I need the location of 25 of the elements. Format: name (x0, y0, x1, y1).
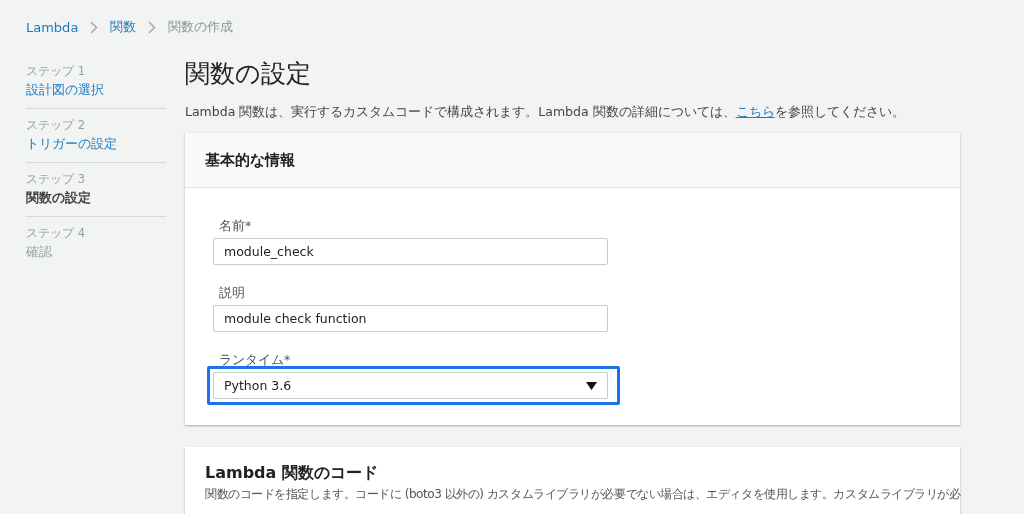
step-number: ステップ 3 (26, 171, 86, 187)
card-description: 関数のコードを指定します。コードに (boto3 以外の) カスタムライブラリが必要でない場合は、エディタを使用します。カスタムライブラリが必 (205, 487, 961, 502)
card-title: 基本的な情報 (205, 150, 296, 170)
step-number: ステップ 1 (26, 63, 86, 79)
step-link[interactable]: トリガーの設定 (26, 135, 117, 153)
field-label: 説明 (218, 285, 246, 301)
field-label: ランタイム* (218, 352, 292, 368)
card-title: Lambda 関数のコード (205, 463, 379, 483)
chevron-right-icon (90, 20, 99, 34)
runtime-select[interactable]: Python 3.6 (207, 366, 620, 405)
step-link[interactable]: 設計図の選択 (26, 81, 104, 99)
select-value: Python 3.6 (224, 378, 292, 393)
step-title: 確認 (26, 243, 52, 261)
details-link[interactable]: こちら (735, 104, 775, 119)
chevron-right-icon (148, 20, 157, 34)
step-title: 関数の設定 (26, 189, 91, 207)
page-title: 関数の設定 (185, 58, 312, 90)
intro-text: Lambda 関数は、実行するカスタムコードで構成されます。Lambda 関数の詳細については、こちら を参照してください。 (185, 104, 906, 121)
breadcrumb-link[interactable]: 関数 (110, 18, 137, 36)
field-label: 名前* (218, 218, 253, 234)
breadcrumb-link[interactable]: Lambda (26, 19, 79, 35)
breadcrumb-current-page: 関数の作成 (168, 18, 234, 36)
dropdown-caret-icon (586, 381, 597, 390)
step-number: ステップ 4 (26, 225, 86, 241)
step-number: ステップ 2 (26, 117, 86, 133)
